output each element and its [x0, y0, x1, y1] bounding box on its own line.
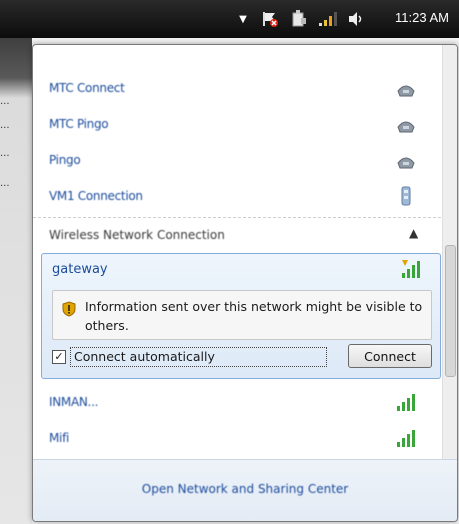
network-name: Pingo	[49, 153, 81, 167]
shield-warning-icon	[61, 301, 77, 317]
wireless-section-header[interactable]: Wireless Network Connection ▲	[33, 217, 441, 252]
section-label: Wireless Network Connection	[49, 228, 225, 242]
connect-automatically-checkbox[interactable]: ✓	[52, 350, 66, 364]
desktop-fragment: ...	[0, 148, 10, 159]
network-name: MTC Pingo	[49, 117, 109, 131]
network-item[interactable]: INMAN...	[33, 385, 441, 421]
network-name: gateway	[52, 262, 108, 277]
selected-network-gateway[interactable]: gateway Information sent over this netwo…	[41, 253, 441, 379]
wifi-signal-icon	[400, 258, 422, 280]
chevron-down-icon[interactable]: ▼	[236, 9, 250, 29]
wifi-signal-icon	[395, 391, 417, 413]
device-icon[interactable]	[290, 9, 308, 29]
volume-icon[interactable]	[346, 9, 366, 29]
scrollbar[interactable]	[442, 45, 457, 459]
warning-text: Information sent over this network might…	[85, 299, 423, 333]
open-network-sharing-center-link[interactable]: Open Network and Sharing Center	[33, 482, 457, 496]
network-item[interactable]: Pingo	[33, 143, 441, 179]
flyout-footer: Open Network and Sharing Center	[33, 459, 457, 521]
network-signal-icon[interactable]	[318, 9, 338, 29]
clock[interactable]: 11:23 AM	[395, 10, 449, 25]
dialup-icon	[395, 113, 417, 135]
network-flyout: MTC Connect MTC Pingo Pingo VM1 Connecti…	[32, 44, 458, 522]
network-list: MTC Connect MTC Pingo Pingo VM1 Connecti…	[33, 45, 441, 459]
network-name: MTC Connect	[49, 81, 125, 95]
connect-button[interactable]: Connect	[348, 344, 432, 368]
connect-automatically-label[interactable]: Connect automatically	[70, 347, 327, 367]
dialup-icon	[395, 149, 417, 171]
desktop-fragment: ...	[0, 96, 10, 107]
network-name: VM1 Connection	[49, 189, 143, 203]
network-item[interactable]: VM1 Connection	[33, 179, 441, 215]
desktop-fragment: ...	[0, 178, 10, 189]
network-item[interactable]: MTC Connect	[33, 71, 441, 107]
vpn-icon	[395, 185, 417, 207]
desktop-background: ... ... ... ...	[0, 38, 32, 524]
dialup-icon	[395, 77, 417, 99]
taskbar: ▼ 11:23 AM	[0, 0, 459, 38]
wifi-signal-icon	[395, 427, 417, 449]
collapse-arrow-icon[interactable]: ▲	[409, 226, 418, 240]
desktop-fragment: ...	[0, 120, 10, 131]
network-name: INMAN...	[49, 395, 99, 409]
network-name: Mifi	[49, 431, 70, 445]
scrollbar-thumb[interactable]	[445, 245, 456, 377]
action-center-flag-icon[interactable]	[260, 9, 280, 29]
network-item[interactable]: MTC Pingo	[33, 107, 441, 143]
security-warning: Information sent over this network might…	[52, 290, 432, 340]
network-item[interactable]: Mifi	[33, 421, 441, 457]
